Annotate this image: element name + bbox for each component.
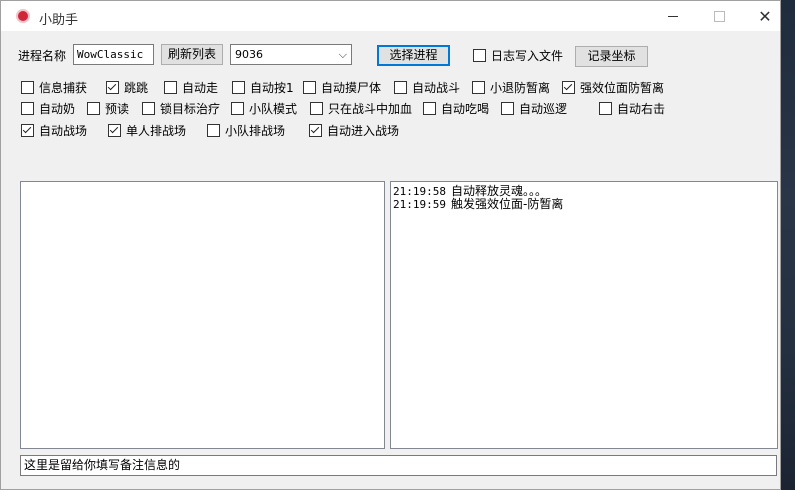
window-title: 小助手 [39, 13, 79, 28]
checkbox-icon [21, 80, 34, 94]
option-checkbox[interactable]: 单人排战场 [108, 122, 186, 138]
option-checkbox[interactable]: 小退防暂离 [472, 79, 550, 95]
checkbox-icon [303, 80, 316, 94]
log-message: 自动释放灵魂。。。 [451, 184, 548, 198]
log-entry: 21:19:58 自动释放灵魂。。。 [392, 184, 776, 199]
title-bar[interactable]: 小助手 ✕ [1, 1, 780, 31]
checkbox-checked-icon [309, 123, 322, 137]
checkbox-label: 跳跳 [124, 80, 149, 95]
option-checkbox[interactable]: 自动奶 [21, 100, 75, 116]
option-checkbox[interactable]: 自动右击 [599, 100, 665, 116]
checkbox-label: 小退防暂离 [490, 80, 551, 95]
checkbox-label: 强效位面防暂离 [580, 80, 665, 95]
checkbox-icon [87, 101, 100, 115]
option-checkbox[interactable]: 自动战场 [21, 122, 87, 138]
log-time: 21:19:58 [393, 185, 446, 198]
checkbox-label: 自动按1 [250, 80, 294, 95]
checkbox-label: 自动战场 [39, 123, 88, 138]
checkbox-icon [599, 101, 612, 115]
checkbox-label: 自动吃喝 [441, 101, 490, 116]
process-name-label: 进程名称 [18, 49, 67, 63]
chevron-down-icon: ⌵ [338, 48, 347, 61]
checkbox-label: 小队模式 [249, 101, 298, 116]
process-id-value: 9036 [235, 48, 263, 61]
checkbox-icon [164, 80, 177, 94]
checkbox-label: 自动战斗 [412, 80, 461, 95]
minimize-icon [668, 15, 678, 17]
maximize-icon [713, 10, 725, 22]
option-checkbox[interactable]: 自动摸尸体 [303, 79, 381, 95]
checkbox-label: 自动右击 [617, 101, 666, 116]
checkbox-checked-icon [562, 80, 575, 94]
app-window: 小助手 ✕ 进程名称 WowClassic 刷新列表 9036 ⌵ 选择进程 日… [0, 0, 781, 490]
checkbox-checked-icon [21, 123, 34, 137]
checkbox-icon [473, 48, 486, 62]
option-checkbox[interactable]: 小队排战场 [207, 122, 285, 138]
checkbox-icon [21, 101, 34, 115]
option-checkbox[interactable]: 强效位面防暂离 [562, 79, 664, 95]
checkbox-label: 信息捕获 [39, 80, 88, 95]
left-list-panel[interactable] [20, 181, 385, 449]
checkbox-icon [423, 101, 436, 115]
option-checkbox[interactable]: 自动战斗 [394, 79, 460, 95]
checkbox-icon [142, 101, 155, 115]
option-checkbox[interactable]: 小队模式 [231, 100, 297, 116]
record-coords-button[interactable]: 记录坐标 [575, 46, 648, 67]
checkbox-icon [232, 80, 245, 94]
option-checkbox[interactable]: 自动巡逻 [501, 100, 567, 116]
checkbox-label: 预读 [105, 101, 130, 116]
option-checkbox[interactable]: 预读 [87, 100, 129, 116]
process-name-input[interactable]: WowClassic [73, 44, 154, 65]
minimize-button[interactable] [651, 3, 695, 29]
checkbox-checked-icon [108, 123, 121, 137]
checkbox-label: 自动摸尸体 [321, 80, 382, 95]
select-process-button[interactable]: 选择进程 [377, 45, 450, 66]
checkbox-label: 自动走 [182, 80, 219, 95]
log-time: 21:19:59 [393, 198, 446, 211]
note-input[interactable]: 这里是留给你填写备注信息的 [20, 455, 777, 476]
process-id-select[interactable]: 9036 ⌵ [230, 44, 352, 65]
checkbox-label: 自动奶 [39, 101, 76, 116]
close-icon: ✕ [758, 6, 772, 26]
log-message: 触发强效位面-防暂离 [451, 197, 564, 211]
checkbox-label: 自动巡逻 [519, 101, 568, 116]
maximize-button[interactable] [697, 3, 741, 29]
log-panel[interactable]: 21:19:58 自动释放灵魂。。。 21:19:59 触发强效位面-防暂离 [390, 181, 778, 449]
option-checkbox[interactable]: 自动吃喝 [423, 100, 489, 116]
close-button[interactable]: ✕ [743, 3, 787, 29]
option-checkbox[interactable]: 自动走 [164, 79, 218, 95]
option-checkbox[interactable]: 信息捕获 [21, 79, 87, 95]
checkbox-icon [501, 101, 514, 115]
checkbox-label: 小队排战场 [225, 123, 286, 138]
checkbox-icon [207, 123, 220, 137]
checkbox-label: 自动进入战场 [327, 123, 400, 138]
checkbox-icon [472, 80, 485, 94]
option-checkbox[interactable]: 锁目标治疗 [142, 100, 220, 116]
log-to-file-checkbox[interactable]: 日志写入文件 [473, 47, 563, 63]
checkbox-label: 锁目标治疗 [160, 101, 221, 116]
option-checkbox[interactable]: 自动进入战场 [309, 122, 399, 138]
log-entry: 21:19:59 触发强效位面-防暂离 [392, 197, 776, 212]
checkbox-icon [231, 101, 244, 115]
checkbox-icon [394, 80, 407, 94]
checkbox-checked-icon [106, 80, 119, 94]
checkbox-label: 只在战斗中加血 [328, 101, 413, 116]
app-icon [18, 11, 28, 21]
checkbox-label: 日志写入文件 [491, 48, 564, 63]
option-checkbox[interactable]: 只在战斗中加血 [310, 100, 412, 116]
option-checkbox[interactable]: 自动按1 [232, 79, 294, 95]
refresh-list-button[interactable]: 刷新列表 [161, 44, 223, 65]
option-checkbox[interactable]: 跳跳 [106, 79, 148, 95]
background-desktop-right [781, 0, 795, 490]
checkbox-icon [310, 101, 323, 115]
checkbox-label: 单人排战场 [126, 123, 187, 138]
